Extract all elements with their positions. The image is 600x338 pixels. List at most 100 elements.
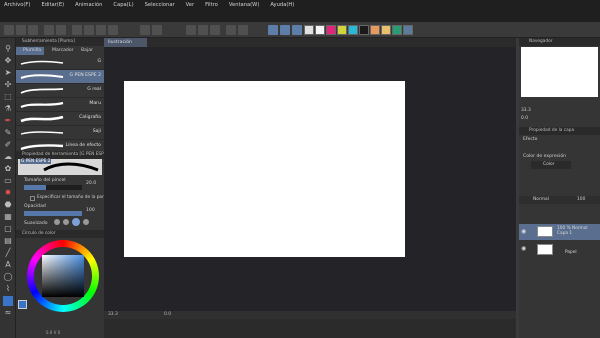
gradient-icon[interactable]: ▦ <box>3 212 13 222</box>
tab-marcador[interactable]: Marcador <box>45 47 74 55</box>
saturation-value-square[interactable] <box>42 255 84 297</box>
menu-ver[interactable]: Ver <box>186 2 194 8</box>
move-layer-icon[interactable]: ✣ <box>3 80 13 90</box>
expression-color-select[interactable]: Color <box>531 161 571 169</box>
brush-item[interactable]: G <box>16 56 104 70</box>
rotation-angle: 0.0 <box>164 312 171 317</box>
navigator-angle: 0.0 <box>521 116 528 121</box>
color-swatch[interactable] <box>370 25 380 35</box>
blend-mode[interactable]: Normal <box>533 197 549 202</box>
color-swatch[interactable] <box>326 25 336 35</box>
ruler-icon[interactable] <box>226 25 236 35</box>
new-file-icon[interactable] <box>4 25 14 35</box>
color-swatch[interactable] <box>381 25 391 35</box>
balloon-icon[interactable]: ◯ <box>3 272 13 282</box>
menu-ventana[interactable]: Ventana(W) <box>229 2 259 8</box>
move-icon[interactable]: ✥ <box>3 56 13 66</box>
deselect-icon[interactable] <box>140 25 150 35</box>
airbrush-icon[interactable]: ☁ <box>3 152 13 162</box>
menu-editar[interactable]: Editar(E) <box>41 2 64 8</box>
size-slider[interactable] <box>24 185 82 190</box>
fill-icon[interactable]: ⬣ <box>3 200 13 210</box>
specify-screen-checkbox[interactable] <box>30 196 35 201</box>
layer-name: 100 % Normal Capa 1 <box>557 226 588 236</box>
layer-opacity[interactable]: 100 <box>577 197 585 202</box>
save-icon[interactable] <box>28 25 38 35</box>
color-swatch[interactable] <box>337 25 347 35</box>
brush-label: Saji <box>92 129 101 134</box>
smoothing-option-selected[interactable] <box>72 218 80 226</box>
visibility-eye-icon[interactable]: ◉ <box>521 245 526 252</box>
clear-icon[interactable] <box>72 25 82 35</box>
navigator-preview[interactable] <box>521 47 598 97</box>
curve-tool-icon[interactable] <box>280 25 290 35</box>
layer-row-selected[interactable]: ◉ 100 % Normal Capa 1 <box>519 224 600 240</box>
brush-item[interactable]: G real <box>16 84 104 98</box>
text-icon[interactable]: A <box>3 260 13 270</box>
eyedropper-icon[interactable]: ⚗ <box>3 104 13 114</box>
smoothing-option[interactable] <box>63 219 69 225</box>
brush-item[interactable]: Saji <box>16 126 104 140</box>
brush-item-selected[interactable]: G PEN ESPE 2 <box>16 70 104 84</box>
main-color-swatch[interactable] <box>18 300 27 309</box>
brush-item[interactable]: Caligrafía <box>16 112 104 126</box>
menu-ayuda[interactable]: Ayuda(H) <box>270 2 294 8</box>
tab-illustration[interactable]: Ilustración <box>104 38 147 47</box>
paste-icon[interactable] <box>108 25 118 35</box>
invert-selection-icon[interactable] <box>152 25 162 35</box>
color-swatch[interactable] <box>348 25 358 35</box>
smoothing-option[interactable] <box>54 219 60 225</box>
color-swatch[interactable] <box>359 25 369 35</box>
sub-color-icon[interactable]: ≈ <box>3 308 13 318</box>
brush-item[interactable]: Maru <box>16 98 104 112</box>
main-color-icon[interactable] <box>3 296 13 306</box>
pen-icon[interactable]: ✒ <box>3 116 13 126</box>
brush-stroke-preview <box>20 115 64 123</box>
smoothing-option[interactable] <box>83 219 89 225</box>
brush-stroke-preview <box>20 101 64 109</box>
color-panel-title: Círculo de color <box>16 230 104 238</box>
tab-plumilla[interactable]: Plumilla <box>16 47 44 55</box>
transform-icon[interactable] <box>198 25 208 35</box>
figure-icon[interactable]: ▢ <box>3 224 13 234</box>
snap-icon[interactable] <box>238 25 248 35</box>
cut-icon[interactable] <box>84 25 94 35</box>
bottom-area <box>104 319 516 338</box>
copy-icon[interactable] <box>96 25 106 35</box>
layer-row[interactable]: ◉ Papel <box>519 242 600 256</box>
tab-bajar[interactable]: Bajar <box>74 47 102 55</box>
menu-archivo[interactable]: Archivo(F) <box>4 2 30 8</box>
visibility-eye-icon[interactable]: ◉ <box>521 228 526 235</box>
ruler-tool-icon[interactable]: ╱ <box>3 248 13 258</box>
color-swatch[interactable] <box>392 25 402 35</box>
open-file-icon[interactable] <box>16 25 26 35</box>
menu-animacion[interactable]: Animación <box>75 2 102 8</box>
eraser-icon[interactable]: ▭ <box>3 176 13 186</box>
menu-capa[interactable]: Capa(L) <box>113 2 133 8</box>
blend-icon[interactable]: ✹ <box>3 188 13 198</box>
selection-icon[interactable]: ⬚ <box>3 92 13 102</box>
color-swatch[interactable] <box>403 25 413 35</box>
brush-icon[interactable]: ✐ <box>3 140 13 150</box>
redo-icon[interactable] <box>56 25 66 35</box>
opacity-slider[interactable] <box>24 211 82 216</box>
correct-line-icon[interactable]: ⌇ <box>3 284 13 294</box>
zoom-level: 33.3 <box>108 312 118 317</box>
decoration-icon[interactable]: ✿ <box>3 164 13 174</box>
polyline-tool-icon[interactable] <box>292 25 302 35</box>
size-value: 20.0 <box>86 181 97 186</box>
operation-icon[interactable]: ➤ <box>3 68 13 78</box>
rotate-icon[interactable] <box>186 25 196 35</box>
grid-icon[interactable] <box>210 25 220 35</box>
opacity-slider-fill <box>24 211 82 216</box>
menu-seleccionar[interactable]: Seleccionar <box>145 2 175 8</box>
menu-filtro[interactable]: Filtro <box>205 2 218 8</box>
undo-icon[interactable] <box>44 25 54 35</box>
frame-icon[interactable]: ▤ <box>3 236 13 246</box>
color-swatch[interactable] <box>304 25 314 35</box>
color-swatch[interactable] <box>315 25 325 35</box>
line-tool-icon[interactable] <box>268 25 278 35</box>
pencil-icon[interactable]: ✎ <box>3 128 13 138</box>
canvas-paper[interactable] <box>124 81 405 257</box>
zoom-icon[interactable]: ⚲ <box>3 44 13 54</box>
